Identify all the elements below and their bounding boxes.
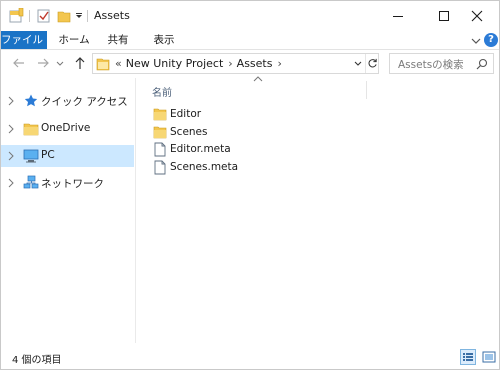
expand-chevron-right-icon[interactable] — [7, 96, 15, 106]
forward-arrow-icon[interactable] — [35, 55, 51, 71]
star-icon — [24, 94, 38, 107]
nav-item-label: OneDrive — [41, 122, 91, 134]
file-list-item[interactable]: Scenes.meta — [153, 158, 238, 176]
nav-item-pc[interactable]: PC — [1, 145, 134, 167]
tab-home[interactable]: ホーム — [57, 31, 91, 50]
file-list-item[interactable]: Editor.meta — [153, 140, 231, 158]
breadcrumb-assets[interactable]: Assets — [237, 57, 273, 70]
navigation-pane: クイック アクセス OneDrive PC ネットワーク — [1, 78, 136, 343]
navigation-bar: « New Unity Project › Assets › Assetsの検索 — [1, 50, 499, 77]
up-arrow-icon[interactable] — [72, 55, 88, 71]
details-view-icon[interactable] — [460, 349, 476, 365]
recent-locations-chevron-down-icon[interactable] — [55, 55, 65, 71]
window-title: Assets — [94, 9, 130, 22]
file-list-item[interactable]: Scenes — [153, 123, 207, 141]
nav-item-quick-access[interactable]: クイック アクセス — [1, 90, 134, 112]
status-bar: 4 個の項目 — [1, 345, 499, 369]
expand-chevron-right-icon[interactable] — [7, 124, 15, 134]
expand-chevron-right-icon[interactable] — [7, 151, 15, 161]
breadcrumb-chevron-right-icon[interactable]: › — [228, 57, 232, 70]
tab-file[interactable]: ファイル — [1, 31, 47, 49]
breadcrumb-new-unity-project[interactable]: New Unity Project — [126, 57, 224, 70]
back-arrow-icon[interactable] — [11, 55, 27, 71]
address-history-chevron-down-icon[interactable] — [351, 54, 365, 73]
tab-share[interactable]: 共有 — [105, 31, 131, 50]
close-button[interactable] — [454, 1, 500, 31]
search-icon[interactable] — [476, 58, 488, 70]
title-separator — [87, 10, 88, 22]
folder-location-icon — [96, 58, 110, 70]
search-box[interactable]: Assetsの検索 — [389, 53, 494, 74]
nav-item-onedrive[interactable]: OneDrive — [1, 118, 134, 140]
column-divider[interactable] — [366, 81, 367, 99]
document-icon — [154, 160, 166, 174]
minimize-icon — [393, 16, 403, 17]
file-list-item[interactable]: Editor — [153, 105, 201, 123]
customize-qat-chevron-down-icon[interactable] — [74, 7, 84, 25]
breadcrumb-chevron-right-icon[interactable]: › — [277, 57, 281, 70]
computer-icon — [23, 149, 39, 163]
folder-icon — [23, 123, 39, 136]
expand-chevron-right-icon[interactable] — [7, 178, 15, 188]
expand-ribbon-chevron-down-icon[interactable] — [469, 34, 483, 48]
breadcrumb-overflow[interactable]: « — [115, 57, 122, 70]
maximize-icon — [439, 11, 449, 21]
properties-check-icon[interactable] — [37, 7, 51, 25]
search-placeholder[interactable]: Assetsの検索 — [398, 57, 464, 72]
nav-item-label: ネットワーク — [41, 178, 104, 190]
file-name: Editor — [170, 108, 202, 120]
item-count: 4 個の項目 — [12, 355, 62, 366]
network-icon — [23, 175, 39, 189]
title-bar: Assets — [1, 1, 499, 31]
folder-icon — [153, 108, 167, 120]
file-name: Scenes.meta — [170, 161, 239, 173]
minimize-button[interactable] — [375, 1, 421, 31]
large-icons-view-icon[interactable] — [481, 349, 497, 365]
help-icon[interactable]: ? — [484, 33, 498, 47]
column-header-name[interactable]: 名前 — [152, 84, 172, 99]
nav-item-label: PC — [41, 149, 55, 161]
tab-view[interactable]: 表示 — [149, 31, 179, 50]
close-icon — [471, 10, 483, 22]
document-icon — [154, 142, 166, 156]
file-name: Scenes — [170, 126, 208, 138]
title-separator — [29, 10, 30, 22]
refresh-icon[interactable] — [365, 54, 379, 73]
file-name: Editor.meta — [170, 143, 231, 155]
sort-ascending-chevron-up-icon — [253, 76, 263, 82]
file-explorer-window: Assets ファイル ホーム 共有 表示 ? « New Unity Proj… — [0, 0, 500, 370]
folder-icon — [153, 126, 167, 138]
nav-item-label: クイック アクセス — [41, 96, 128, 108]
quick-access-folder-icon[interactable] — [8, 7, 24, 25]
new-folder-icon[interactable] — [57, 7, 71, 25]
ribbon-tabs: ファイル ホーム 共有 表示 ? — [1, 31, 499, 50]
nav-item-network[interactable]: ネットワーク — [1, 172, 134, 194]
address-bar[interactable]: « New Unity Project › Assets › — [92, 53, 379, 74]
